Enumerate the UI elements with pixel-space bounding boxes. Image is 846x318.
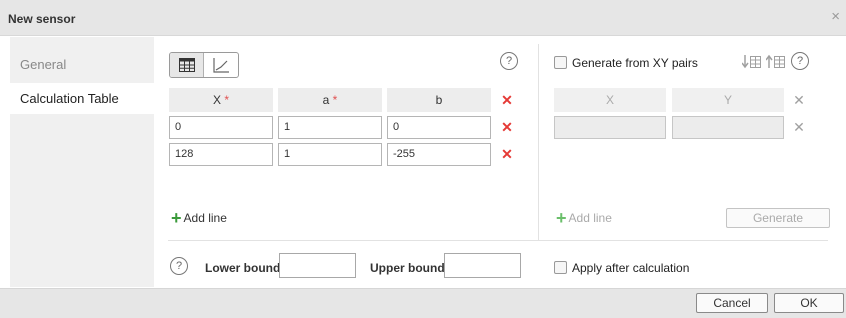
xy-add-line-button[interactable]: + Add line: [556, 208, 612, 228]
row2-x-input[interactable]: 128: [169, 143, 273, 166]
delete-all-icon[interactable]: ✕: [500, 93, 514, 107]
dialog-title: New sensor: [8, 12, 76, 26]
plus-icon: +: [556, 208, 567, 228]
ok-button[interactable]: OK: [774, 293, 844, 313]
lower-bound-label: Lower bound: [205, 261, 281, 275]
apply-after-calculation-checkbox[interactable]: [554, 261, 567, 274]
row1-b-input[interactable]: 0: [387, 116, 491, 139]
chart-icon: [213, 57, 229, 73]
table-icon: [178, 58, 195, 72]
column-header-b: b: [387, 88, 491, 112]
sidebar: General Calculation Table: [10, 37, 154, 287]
row2-a-input[interactable]: 1: [278, 143, 382, 166]
row1-x-input[interactable]: 0: [169, 116, 273, 139]
bounds-help-icon[interactable]: ?: [170, 257, 188, 275]
xy-row1-y-input[interactable]: [672, 116, 784, 139]
close-icon[interactable]: ×: [831, 9, 840, 24]
view-mode-switch: [169, 52, 239, 78]
xy-delete-all-icon[interactable]: ✕: [792, 93, 806, 107]
xy-column-header-x: X: [554, 88, 666, 112]
table-view-button[interactable]: [170, 53, 204, 77]
generate-from-xy-label: Generate from XY pairs: [572, 56, 698, 70]
plus-icon: +: [171, 208, 182, 228]
delete-row1-icon[interactable]: ✕: [500, 120, 514, 134]
add-line-button[interactable]: + Add line: [171, 208, 227, 228]
add-line-label: Add line: [183, 211, 227, 225]
dialog-footer: Cancel OK: [0, 288, 846, 318]
delete-row2-icon[interactable]: ✕: [500, 147, 514, 161]
cancel-button[interactable]: Cancel: [696, 293, 768, 313]
sidebar-item-general[interactable]: General: [10, 49, 154, 80]
section-divider: [168, 240, 828, 241]
insert-row-above-icon[interactable]: [766, 54, 786, 70]
panel-divider: [538, 44, 539, 240]
xy-help-icon[interactable]: ?: [791, 52, 809, 70]
xy-column-header-y: Y: [672, 88, 784, 112]
column-header-x: X *: [169, 88, 273, 112]
sidebar-item-calculation-table[interactable]: Calculation Table: [10, 83, 154, 114]
row1-a-input[interactable]: 1: [278, 116, 382, 139]
xy-row1-x-input[interactable]: [554, 116, 666, 139]
upper-bound-label: Upper bound: [370, 261, 445, 275]
generate-button[interactable]: Generate: [726, 208, 830, 228]
xy-delete-row1-icon[interactable]: ✕: [792, 120, 806, 134]
insert-row-below-icon[interactable]: [742, 54, 762, 70]
lower-bound-input[interactable]: [279, 253, 356, 278]
apply-after-calculation-label: Apply after calculation: [572, 261, 690, 275]
chart-view-button[interactable]: [204, 53, 238, 77]
xy-add-line-label: Add line: [568, 211, 612, 225]
upper-bound-input[interactable]: [444, 253, 521, 278]
calc-table-help-icon[interactable]: ?: [500, 52, 518, 70]
generate-from-xy-checkbox[interactable]: [554, 56, 567, 69]
column-header-a: a *: [278, 88, 382, 112]
row2-b-input[interactable]: -255: [387, 143, 491, 166]
dialog-titlebar: New sensor ×: [0, 0, 846, 36]
